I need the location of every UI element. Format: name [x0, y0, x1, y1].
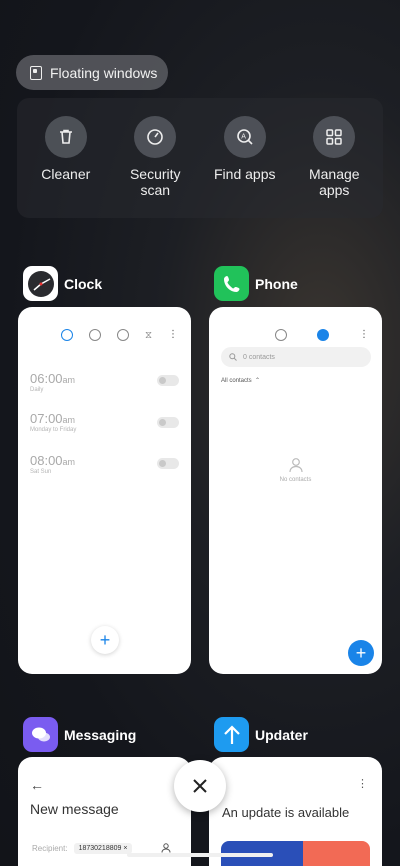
alarm-item[interactable]: 07:00am Monday to Friday [30, 411, 76, 433]
recipient-row[interactable]: Recipient: 18730218809 × [32, 843, 133, 854]
svg-text:A: A [241, 134, 246, 141]
stopwatch-tab-icon[interactable] [116, 329, 129, 341]
close-icon [193, 779, 207, 793]
phone-app-name: Phone [255, 275, 298, 292]
more-options-icon[interactable]: ⋮ [168, 329, 178, 341]
phone-app-card[interactable]: ⋮ 0 contacts All contacts ⌃ No contacts … [209, 307, 382, 674]
contact-picker-icon[interactable] [161, 843, 171, 853]
plus-icon: + [99, 629, 111, 650]
recipient-label: Recipient: [32, 844, 68, 853]
cleaner-button[interactable]: Cleaner [24, 116, 108, 218]
phone-app-header[interactable]: Phone [214, 266, 298, 301]
more-options-icon[interactable]: ⋮ [357, 777, 368, 790]
timer-tab-icon[interactable]: ⧖ [145, 330, 152, 341]
alarm-time: 07:00 [30, 411, 63, 426]
gauge-icon [134, 116, 177, 158]
person-icon [288, 458, 303, 473]
contacts-filter-dropdown[interactable]: All contacts ⌃ [221, 377, 260, 384]
call-log-tab-icon[interactable] [275, 329, 287, 341]
alarm-ampm: am [62, 457, 76, 467]
updater-app-header[interactable]: Updater [214, 717, 308, 752]
alarm-time: 06:00 [30, 371, 63, 386]
manage-apps-button[interactable]: Manage apps [292, 116, 376, 218]
updater-app-card[interactable]: ⋮ An update is available [209, 757, 382, 866]
plus-icon: + [355, 642, 367, 663]
clock-app-icon [23, 266, 58, 301]
trash-icon [44, 116, 87, 158]
alarm-toggle[interactable] [157, 417, 179, 428]
alarm-time: 08:00 [30, 453, 63, 468]
alarm-repeat: Monday to Friday [30, 427, 77, 433]
find-apps-icon: A [223, 116, 266, 158]
alarm-item[interactable]: 06:00am Daily [30, 371, 75, 393]
manage-apps-label: Manage apps [308, 166, 360, 198]
add-contact-button[interactable]: + [348, 640, 374, 666]
alarm-repeat: Daily [30, 387, 44, 393]
clock-tab-bar: ⧖ ⋮ [18, 307, 191, 341]
messaging-app-name: Messaging [64, 726, 137, 743]
find-apps-label: Find apps [214, 166, 276, 182]
quick-actions-panel: Cleaner Security scan A Find apps Manage… [17, 98, 383, 218]
home-indicator[interactable] [127, 853, 273, 857]
security-scan-button[interactable]: Security scan [113, 116, 197, 218]
messaging-app-header[interactable]: Messaging [23, 717, 136, 752]
clock-app-header[interactable]: Clock [23, 266, 102, 301]
alarm-toggle[interactable] [157, 375, 179, 386]
floating-windows-button[interactable]: Floating windows [16, 55, 168, 90]
messaging-app-card[interactable]: ← New message Recipient: 18730218809 × [18, 757, 191, 866]
updater-app-icon [214, 717, 249, 752]
search-icon [229, 353, 237, 361]
alarm-ampm: am [62, 415, 76, 425]
grid-icon [313, 116, 356, 158]
clear-all-button[interactable] [174, 760, 226, 812]
clock-app-card[interactable]: ⧖ ⋮ 06:00am Daily 07:00am Monday to Frid… [18, 307, 191, 674]
updater-app-name: Updater [255, 726, 308, 743]
phone-app-icon [214, 266, 249, 301]
contacts-search-placeholder: 0 contacts [243, 353, 275, 361]
contacts-tab-icon[interactable] [317, 329, 329, 341]
security-scan-label: Security scan [129, 166, 181, 198]
alarm-repeat: Sat Sun [30, 469, 52, 475]
back-arrow-icon[interactable]: ← [30, 777, 44, 793]
phone-tab-bar: ⋮ [209, 307, 382, 341]
find-apps-button[interactable]: A Find apps [203, 116, 287, 218]
alarm-tab-icon[interactable] [60, 329, 73, 341]
empty-contacts-state: No contacts [209, 457, 382, 483]
chevron-updown-icon: ⌃ [253, 378, 261, 384]
clock-app-name: Clock [64, 275, 103, 292]
add-alarm-button[interactable]: + [91, 626, 119, 654]
recipient-chip[interactable]: 18730218809 × [73, 843, 133, 854]
new-message-title: New message [30, 801, 119, 817]
alarm-ampm: am [62, 375, 76, 385]
more-options-icon[interactable]: ⋮ [359, 329, 369, 341]
floating-windows-label: Floating windows [50, 64, 158, 81]
recipient-number: 18730218809 [78, 845, 122, 852]
floating-window-icon [30, 65, 42, 80]
alarm-toggle[interactable] [157, 458, 179, 469]
no-contacts-text: No contacts [279, 477, 312, 483]
update-available-title: An update is available [222, 805, 350, 820]
contacts-search-input[interactable]: 0 contacts [221, 347, 371, 367]
world-clock-tab-icon[interactable] [88, 329, 101, 341]
messaging-app-icon [23, 717, 58, 752]
contacts-filter-label: All contacts [221, 378, 252, 384]
cleaner-label: Cleaner [41, 166, 91, 182]
alarm-item[interactable]: 08:00am Sat Sun [30, 453, 75, 475]
